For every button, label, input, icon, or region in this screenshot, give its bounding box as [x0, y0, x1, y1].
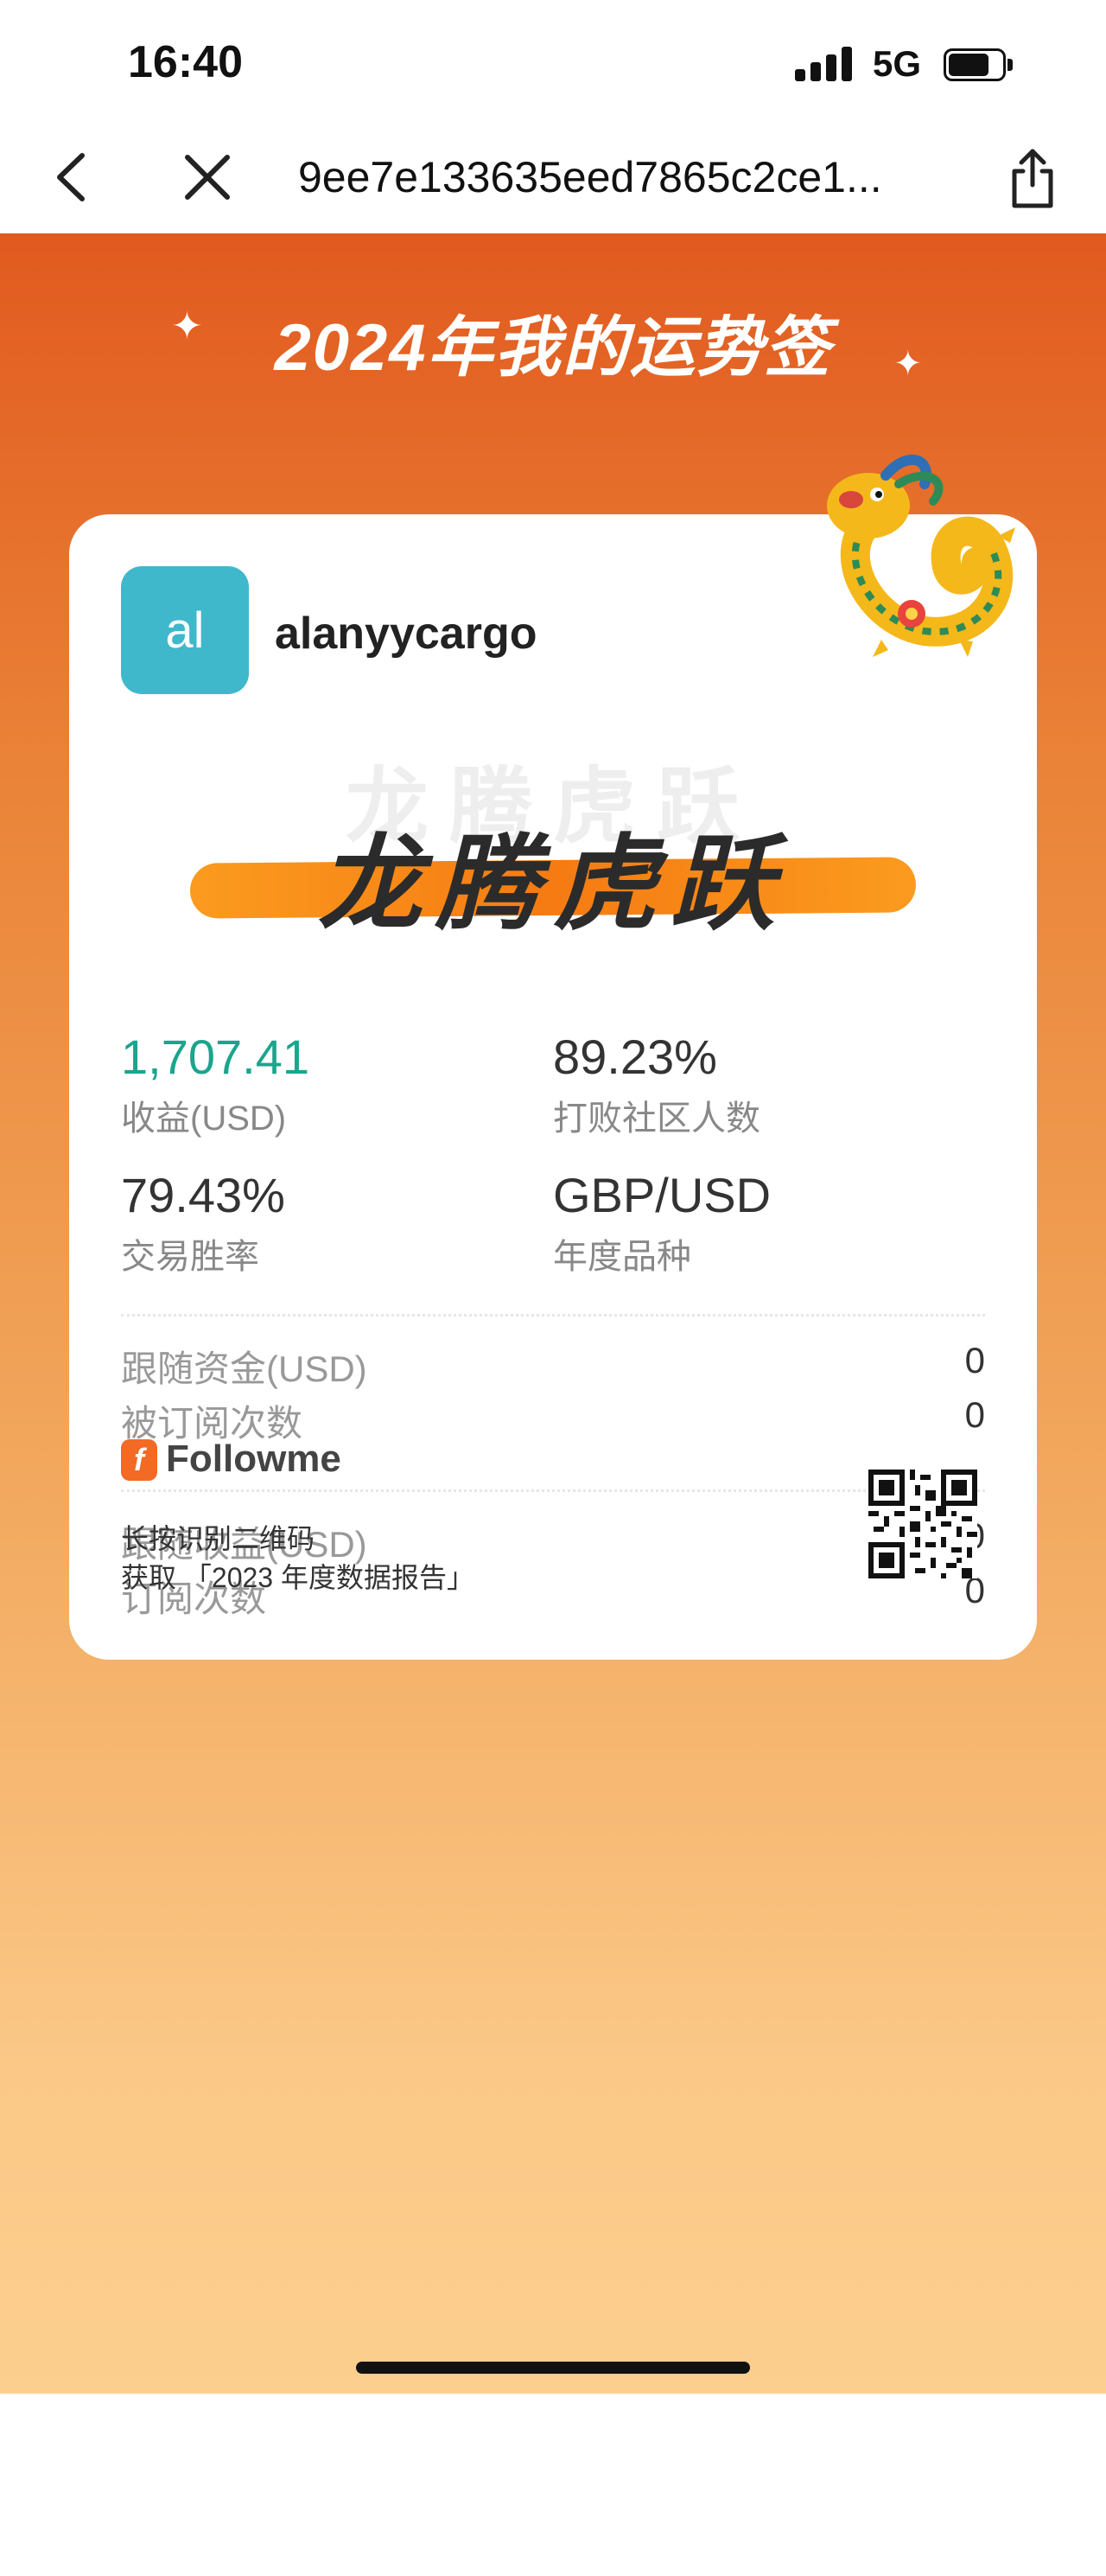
share-icon[interactable] [1002, 143, 1063, 213]
qr-code-icon[interactable] [868, 1470, 977, 1578]
signal-icon [795, 45, 855, 81]
sparkle-icon: ✦ [893, 345, 923, 383]
header: 2024年我的运势签 [0, 294, 1106, 389]
fortune-page: 2024年我的运势签 ✦ ✦ al alanyycargo 龙腾虎跃 龙腾虎跃 … [0, 233, 1106, 2575]
qr-hint-line1: 长按识别二维码 [121, 1523, 315, 1554]
watermark: @alanyycargo [786, 2529, 1052, 2575]
qr-hint-line2: 获取 「2023 年度数据报告」 [121, 1562, 474, 1593]
status-time: 16:40 [128, 37, 243, 87]
followme-logo-icon: f [121, 1439, 157, 1481]
dragon-illustration [804, 432, 1046, 674]
back-icon[interactable] [48, 147, 99, 207]
close-icon[interactable] [177, 147, 238, 207]
home-indicator[interactable] [356, 2362, 750, 2374]
page-url[interactable]: 9ee7e133635eed7865c2ce1... [298, 152, 882, 202]
brand-name: Followme [166, 1438, 341, 1480]
sparkle-icon: ✦ [171, 305, 203, 348]
status-bar: 16:40 5G [0, 0, 1106, 130]
card-footer: f Followme 长按识别二维码 获取 「2023 年度数据报告」 [69, 514, 1037, 1660]
page-title: 2024年我的运势签 [274, 311, 832, 385]
network-label: 5G [873, 43, 922, 84]
battery-icon [944, 48, 1013, 81]
browser-nav-bar: 9ee7e133635eed7865c2ce1... [0, 130, 1106, 233]
